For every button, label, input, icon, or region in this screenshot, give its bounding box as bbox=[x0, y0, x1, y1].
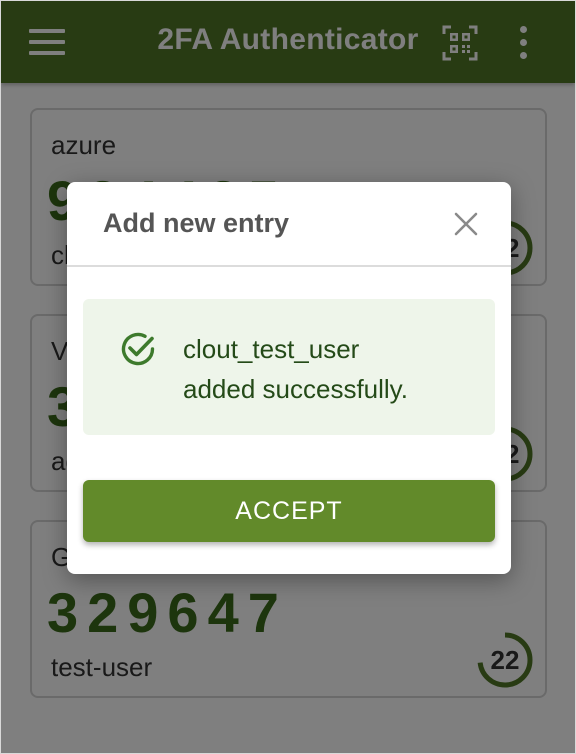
dialog-divider bbox=[67, 265, 511, 267]
accept-button[interactable]: ACCEPT bbox=[83, 480, 495, 542]
alert-line-status: added successfully. bbox=[183, 374, 408, 404]
check-circle-icon bbox=[119, 330, 157, 368]
alert-line-account: clout_test_user bbox=[183, 334, 360, 364]
success-alert: clout_test_user added successfully. bbox=[83, 299, 495, 435]
add-entry-dialog: Add new entry clout_test_user added succ… bbox=[67, 182, 511, 574]
alert-message: clout_test_user added successfully. bbox=[183, 329, 408, 409]
app-window: 2FA Authenticator bbox=[0, 0, 576, 754]
close-icon[interactable] bbox=[450, 208, 482, 240]
dialog-title: Add new entry bbox=[103, 208, 290, 238]
